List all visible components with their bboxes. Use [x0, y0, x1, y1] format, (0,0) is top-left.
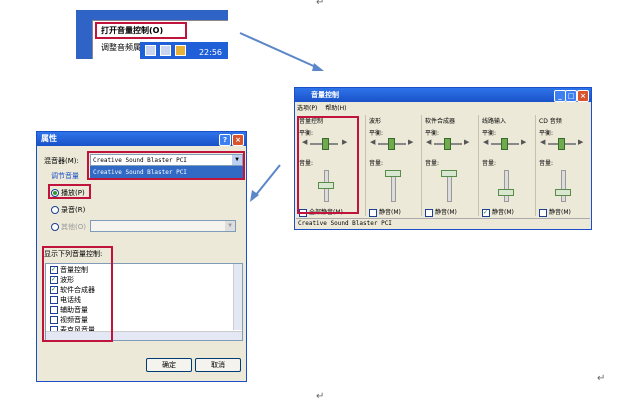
- channel-line-in: 线路输入 平衡: ◀ ▶ 音量: 静音(M): [478, 115, 535, 217]
- highlight-box: [42, 246, 113, 342]
- mute-label: 静音(M): [492, 209, 514, 216]
- ok-button[interactable]: 确定: [146, 358, 192, 372]
- balance-label: 平衡:: [425, 130, 440, 137]
- speaker-right-icon: ▶: [408, 138, 414, 146]
- close-button[interactable]: ×: [232, 134, 244, 146]
- speaker-left-icon: ◀: [426, 138, 432, 146]
- mute-checkbox[interactable]: 静音(M): [539, 207, 571, 217]
- vertical-scrollbar[interactable]: [233, 264, 242, 330]
- volume-label: 音量:: [482, 160, 497, 167]
- chevron-down-icon: ▼: [225, 221, 235, 231]
- mute-label: 静音(M): [379, 209, 401, 216]
- channel-name: 波形: [369, 118, 382, 125]
- speaker-left-icon: ◀: [483, 138, 489, 146]
- speaker-right-icon: ▶: [521, 138, 527, 146]
- volume-control-window: 音量控制 _ □ × 选项(P) 帮助(H) 音量控制 平衡: ◀ ▶ 音量: …: [294, 87, 592, 230]
- channel-name: 线路输入: [482, 118, 507, 125]
- cancel-button[interactable]: 取消: [195, 358, 241, 372]
- volume-track: [561, 170, 566, 202]
- balance-label: 平衡:: [369, 130, 384, 137]
- channel-wave: 波形 平衡: ◀ ▶ 音量: 静音(M): [365, 115, 421, 217]
- help-button[interactable]: ?: [219, 134, 231, 146]
- mixer-label: 混音器(M):: [44, 157, 79, 165]
- balance-slider[interactable]: [501, 138, 508, 150]
- highlight-box: [87, 151, 245, 180]
- volume-label: 音量:: [425, 160, 440, 167]
- volume-label: 音量:: [369, 160, 384, 167]
- menu-help[interactable]: 帮助(H): [325, 105, 346, 112]
- close-button[interactable]: ×: [577, 90, 589, 102]
- menu-options[interactable]: 选项(P): [297, 105, 317, 112]
- mixer-titlebar: 音量控制 _ □ ×: [295, 88, 591, 102]
- balance-slider[interactable]: [444, 138, 451, 150]
- mute-checkbox[interactable]: 静音(M): [425, 207, 457, 217]
- radio-label: 录音(R): [61, 206, 86, 214]
- channel-name: CD 音频: [539, 118, 562, 125]
- mute-label: 静音(M): [549, 209, 571, 216]
- maximize-button[interactable]: □: [565, 90, 577, 102]
- other-select: ▼: [90, 220, 236, 232]
- speaker-right-icon: ▶: [464, 138, 470, 146]
- radio-other[interactable]: 其他(O): [51, 222, 86, 232]
- channel-synth: 软件合成器 平衡: ◀ ▶ 音量: 静音(M): [421, 115, 478, 217]
- status-bar: Creative Sound Blaster PCI: [296, 218, 590, 228]
- balance-label: 平衡:: [539, 130, 554, 137]
- adjust-volume-label: 调节音量: [51, 172, 79, 180]
- volume-label: 音量:: [539, 160, 554, 167]
- radio-label: 其他(O): [61, 223, 86, 231]
- volume-slider[interactable]: [555, 189, 571, 196]
- speaker-right-icon: ▶: [578, 138, 584, 146]
- mute-checkbox[interactable]: 静音(M): [369, 207, 401, 217]
- props-titlebar: 属性 ? ×: [37, 132, 246, 146]
- volume-track: [504, 170, 509, 202]
- properties-dialog: 属性 ? × 混音器(M): Creative Sound Blaster PC…: [36, 131, 247, 382]
- mute-label: 静音(M): [435, 209, 457, 216]
- balance-slider[interactable]: [558, 138, 565, 150]
- balance-label: 平衡:: [482, 130, 497, 137]
- highlight-box: [297, 116, 359, 214]
- speaker-left-icon: ◀: [370, 138, 376, 146]
- channel-cd-audio: CD 音频 平衡: ◀ ▶ 音量: 静音(M): [535, 115, 591, 217]
- volume-slider[interactable]: [441, 170, 457, 177]
- volume-slider[interactable]: [385, 170, 401, 177]
- mute-checkbox[interactable]: 静音(M): [482, 207, 514, 217]
- channel-name: 软件合成器: [425, 118, 456, 125]
- dialog-title: 属性: [41, 134, 57, 143]
- speaker-left-icon: ◀: [540, 138, 546, 146]
- window-title: 音量控制: [311, 91, 339, 99]
- highlight-box: [48, 184, 91, 199]
- radio-record[interactable]: 录音(R): [51, 205, 85, 215]
- mixer-menubar: 选项(P) 帮助(H): [297, 103, 352, 113]
- balance-slider[interactable]: [388, 138, 395, 150]
- volume-slider[interactable]: [498, 189, 514, 196]
